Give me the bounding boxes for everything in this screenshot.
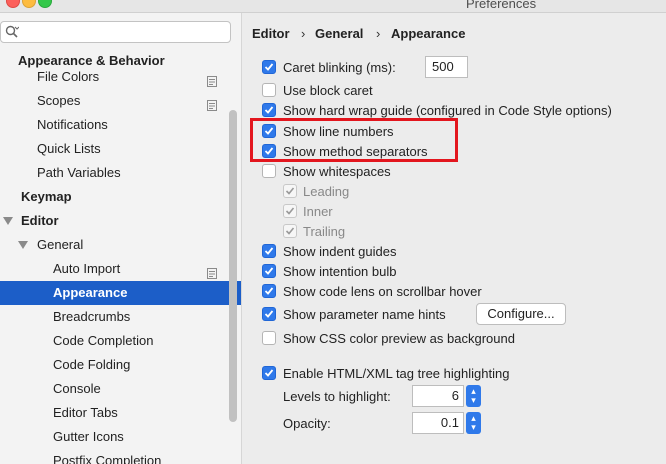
inner-label: Inner (303, 204, 333, 219)
method-separators-label: Show method separators (283, 144, 428, 159)
tree-item-label: Notifications (37, 117, 108, 132)
tree-item-gutter-icons[interactable]: Gutter Icons (0, 425, 241, 449)
tree-item-auto-import[interactable]: Auto Import (0, 257, 241, 281)
breadcrumb-editor[interactable]: Editor (252, 26, 290, 41)
inner-checkbox[interactable] (283, 204, 297, 218)
leading-label: Leading (303, 184, 350, 199)
configure-button[interactable]: Configure... (476, 303, 566, 325)
leading-checkbox[interactable] (283, 184, 297, 198)
sidebar-scrollbar[interactable] (229, 110, 237, 422)
tag-tree-highlighting-checkbox[interactable] (262, 366, 276, 380)
parameter-hints-checkbox[interactable] (262, 307, 276, 321)
tree-item-general[interactable]: General (0, 233, 241, 257)
tree-item-editor[interactable]: Editor (0, 209, 241, 233)
caret-blinking-label: Caret blinking (ms): (283, 60, 396, 75)
tree-item-keymap[interactable]: Keymap (0, 185, 241, 209)
caret-blinking-checkbox[interactable] (262, 60, 276, 74)
window-title: Preferences (466, 0, 537, 11)
trailing-checkbox[interactable] (283, 224, 297, 238)
expand-arrow-icon[interactable] (18, 241, 28, 249)
spinner-down-icon[interactable]: ▾ (466, 396, 481, 405)
tree-item-label: Code Folding (53, 357, 131, 372)
breadcrumb-separator: › (376, 26, 381, 41)
tree-item-label: Keymap (21, 189, 72, 204)
tree-item-label: Scopes (37, 93, 81, 108)
close-window-button[interactable] (6, 0, 20, 8)
search-field[interactable] (0, 21, 231, 43)
tree-item-code-folding[interactable]: Code Folding (0, 353, 241, 377)
tree-item-scopes[interactable]: Scopes (0, 89, 241, 113)
css-color-preview-label: Show CSS color preview as background (283, 331, 515, 346)
tree-item-file-colors[interactable]: File Colors (0, 65, 241, 89)
tree-item-label: Console (53, 381, 101, 396)
code-lens-checkbox[interactable] (262, 284, 276, 298)
tree-item-label: Appearance (53, 285, 128, 300)
tree-item-label: Postfix Completion (53, 453, 162, 464)
tree-item-breadcrumbs[interactable]: Breadcrumbs (0, 305, 241, 329)
block-caret-label: Use block caret (283, 83, 373, 98)
tree-item-path-variables[interactable]: Path Variables (0, 161, 241, 185)
opacity-label: Opacity: (283, 416, 331, 431)
tree-item-label: Breadcrumbs (53, 309, 131, 324)
levels-spinner[interactable]: ▴ ▾ (466, 385, 481, 407)
tree-item-label: File Colors (37, 69, 100, 84)
show-whitespaces-label: Show whitespaces (283, 164, 391, 179)
indent-guides-checkbox[interactable] (262, 244, 276, 258)
hard-wrap-guide-label: Show hard wrap guide (configured in Code… (283, 103, 612, 118)
show-whitespaces-checkbox[interactable] (262, 164, 276, 178)
hard-wrap-guide-checkbox[interactable] (262, 103, 276, 117)
zoom-window-button[interactable] (38, 0, 52, 8)
block-caret-checkbox[interactable] (262, 83, 276, 97)
tree-item-label: General (37, 237, 84, 252)
line-numbers-checkbox[interactable] (262, 124, 276, 138)
trailing-label: Trailing (303, 224, 346, 239)
breadcrumb-general[interactable]: General (315, 26, 363, 41)
line-numbers-label: Show line numbers (283, 124, 394, 139)
method-separators-checkbox[interactable] (262, 144, 276, 158)
expand-arrow-icon[interactable] (3, 217, 13, 225)
title-bar: Preferences (0, 0, 666, 13)
spinner-down-icon[interactable]: ▾ (466, 423, 481, 432)
breadcrumb-appearance: Appearance (391, 26, 466, 41)
breadcrumb-separator: › (301, 26, 306, 41)
opacity-spinner[interactable]: ▴ ▾ (466, 412, 481, 434)
tree-item-label: Editor (21, 213, 59, 228)
levels-to-highlight-input[interactable]: 6 (412, 385, 464, 407)
parameter-hints-label: Show parameter name hints (283, 307, 446, 322)
tree-item-label: Code Completion (53, 333, 154, 348)
intention-bulb-checkbox[interactable] (262, 264, 276, 278)
intention-bulb-label: Show intention bulb (283, 264, 397, 279)
tag-tree-highlighting-label: Enable HTML/XML tag tree highlighting (283, 366, 510, 381)
tree-item-postfix-completion[interactable]: Postfix Completion (0, 449, 241, 464)
css-color-preview-checkbox[interactable] (262, 331, 276, 345)
tree-item-console[interactable]: Console (0, 377, 241, 401)
minimize-window-button[interactable] (22, 0, 36, 8)
tree-item-code-completion[interactable]: Code Completion (0, 329, 241, 353)
indent-guides-label: Show indent guides (283, 244, 397, 259)
tree-item-label: Editor Tabs (53, 405, 118, 420)
tree-item-label: Path Variables (37, 165, 121, 180)
tree-item-appearance[interactable]: Appearance (0, 281, 241, 305)
tree-item-editor-tabs[interactable]: Editor Tabs (0, 401, 241, 425)
code-lens-label: Show code lens on scrollbar hover (283, 284, 482, 299)
caret-blinking-ms-input[interactable]: 500 (425, 56, 468, 78)
tree-item-quick-lists[interactable]: Quick Lists (0, 137, 241, 161)
search-icon (5, 25, 20, 42)
settings-tree-sidebar: Appearance & Behavior File Colors Scopes… (0, 13, 242, 464)
opacity-input[interactable]: 0.1 (412, 412, 464, 434)
tree-item-label: Auto Import (53, 261, 121, 276)
tree-item-label: Gutter Icons (53, 429, 124, 444)
tree-item-label: Quick Lists (37, 141, 101, 156)
levels-to-highlight-label: Levels to highlight: (283, 389, 391, 404)
tree-item-notifications[interactable]: Notifications (0, 113, 241, 137)
